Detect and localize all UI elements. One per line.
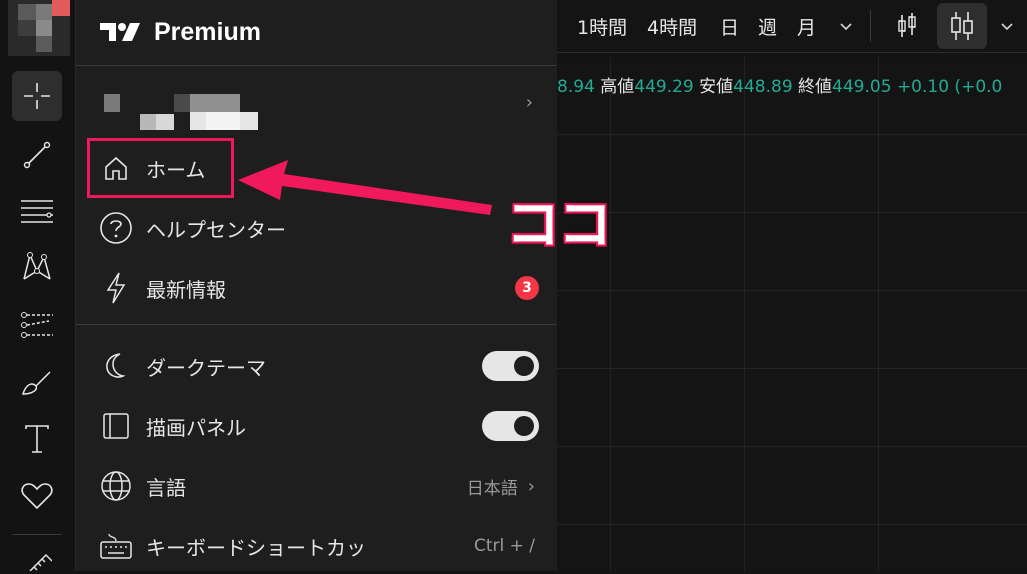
menu-item-label: 描画パネル <box>146 415 246 440</box>
dark-theme-toggle[interactable] <box>482 351 539 381</box>
chevron-down-icon <box>840 23 852 31</box>
forecast-icon <box>21 312 53 338</box>
text-tool[interactable] <box>12 414 62 464</box>
change-value: +0.10 (+0.0 <box>896 77 1003 97</box>
grid-line <box>557 368 1027 369</box>
timeframe-month[interactable]: 月 <box>797 13 816 40</box>
grid-line <box>557 134 1027 135</box>
bar-chart-type-button[interactable] <box>887 3 927 49</box>
timeframe-4h[interactable]: 4時間 <box>647 13 697 40</box>
heart-icon <box>21 483 53 510</box>
language-value: 日本語 › <box>467 474 535 499</box>
language-current: 日本語 <box>466 478 518 499</box>
chevron-down-icon <box>1001 23 1013 31</box>
bars-icon <box>898 13 916 37</box>
ruler-tool[interactable] <box>12 548 62 571</box>
shortcut-hint: Ctrl + / <box>473 536 535 556</box>
annotation-arrow-icon <box>238 160 492 215</box>
timeframe-day[interactable]: 日 <box>720 13 739 40</box>
menu-item-keyboard-shortcuts[interactable]: キーボードショートカッ Ctrl + / <box>76 518 557 574</box>
timeframe-dropdown-button[interactable] <box>832 3 860 49</box>
horizontal-lines-icon <box>21 200 53 223</box>
grid-line <box>557 524 1027 525</box>
blurred-username <box>104 94 120 112</box>
top-toolbar: 1時間 4時間 日 週 月 <box>557 0 1027 53</box>
user-profile-row[interactable]: › <box>76 84 557 132</box>
toolbar-divider <box>12 534 62 535</box>
panel-icon <box>98 408 134 444</box>
menu-item-whats-new[interactable]: 最新情報 3 <box>76 260 557 316</box>
menu-divider <box>76 65 557 66</box>
globe-icon <box>98 468 134 504</box>
help-icon <box>98 210 134 246</box>
chevron-right-icon: › <box>525 92 533 113</box>
drawing-panel-toggle[interactable] <box>482 411 539 441</box>
menu-item-label: キーボードショートカッ <box>146 535 366 560</box>
crosshair-icon <box>24 83 50 109</box>
blurred-username <box>156 114 174 130</box>
text-icon <box>25 425 49 453</box>
brand[interactable]: Premium <box>100 12 261 52</box>
menu-item-dark-theme[interactable]: ダークテーマ <box>76 338 557 394</box>
annotation-callout: ココ <box>506 193 612 256</box>
main-menu-panel: Premium › ホーム ヘルプセンター 最新情報 3 ダークテーマ 描画パネ… <box>76 0 557 571</box>
forecast-tool[interactable] <box>12 300 62 350</box>
drawing-toolbar <box>0 0 76 571</box>
brush-tool[interactable] <box>12 357 62 407</box>
chart-type-dropdown-button[interactable] <box>993 3 1021 49</box>
high-label: 高値 <box>600 77 635 97</box>
timeframe-1h[interactable]: 1時間 <box>577 13 627 40</box>
candles-chart-type-button[interactable] <box>937 3 987 49</box>
blurred-username <box>140 114 156 130</box>
timeframe-week[interactable]: 週 <box>758 13 777 40</box>
logo-icon <box>100 23 140 41</box>
ruler-icon <box>29 553 52 571</box>
lightning-icon <box>98 270 134 306</box>
menu-item-label: 言語 <box>146 475 186 500</box>
close-label: 終値 <box>798 77 833 97</box>
toolbar-divider <box>870 10 871 42</box>
ohlc-legend: 8.94 高値449.29 安値448.89 終値449.05 +0.10 (+… <box>557 72 1002 97</box>
toggle-knob <box>514 416 534 436</box>
chevron-right-icon: › <box>527 475 535 497</box>
menu-divider <box>76 324 557 325</box>
open-value: 8.94 <box>557 77 595 97</box>
avatar[interactable] <box>8 0 70 56</box>
low-value: 448.89 <box>733 77 793 97</box>
trend-line-icon <box>23 141 51 169</box>
crosshair-tool[interactable] <box>12 71 62 121</box>
grid-line <box>557 212 1027 213</box>
trend-line-tool[interactable] <box>12 130 62 180</box>
notification-badge: 3 <box>515 276 539 300</box>
menu-item-language[interactable]: 言語 日本語 › <box>76 458 557 514</box>
blurred-username <box>174 94 190 112</box>
candlestick-icon <box>951 12 973 40</box>
grid-line <box>557 446 1027 447</box>
moon-icon <box>98 348 134 384</box>
fib-tool[interactable] <box>12 186 62 236</box>
menu-item-drawing-panel[interactable]: 描画パネル <box>76 398 557 454</box>
blurred-username <box>190 94 240 112</box>
close-value: 449.05 <box>832 77 892 97</box>
brush-icon <box>21 371 51 395</box>
favorites-tool[interactable] <box>12 471 62 521</box>
pattern-icon <box>23 252 51 280</box>
grid-line <box>557 290 1027 291</box>
low-label: 安値 <box>699 77 734 97</box>
toggle-knob <box>514 356 534 376</box>
high-value: 449.29 <box>634 77 694 97</box>
chart-area[interactable] <box>557 57 1027 571</box>
pattern-tool[interactable] <box>12 242 62 292</box>
menu-item-label: ダークテーマ <box>146 355 266 380</box>
blurred-username <box>206 112 240 130</box>
brand-label: Premium <box>154 17 261 46</box>
annotation-highlight-box <box>87 138 234 198</box>
menu-item-label: 最新情報 <box>146 277 226 302</box>
keyboard-icon <box>98 528 134 564</box>
